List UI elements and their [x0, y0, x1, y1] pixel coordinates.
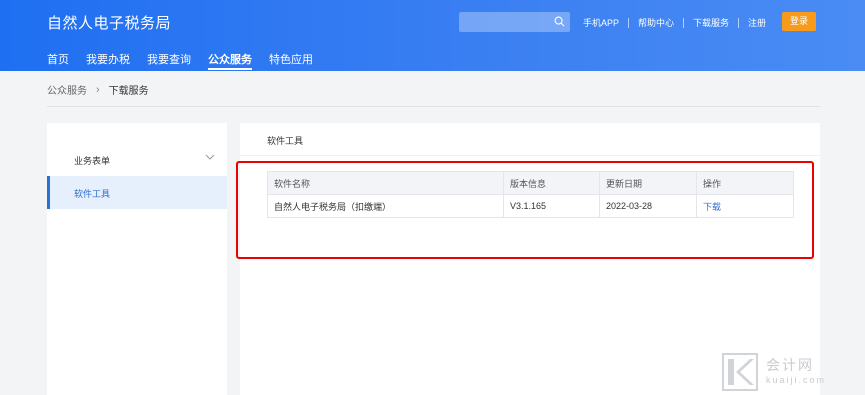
nav-item-public-service[interactable]: 公众服务 [208, 51, 252, 71]
nav-item-query[interactable]: 我要查询 [147, 51, 191, 71]
sidebar-item-software-tools[interactable]: 软件工具 [47, 176, 227, 209]
link-download-service[interactable]: 下载服务 [693, 16, 729, 29]
link-mobile-app[interactable]: 手机APP [583, 16, 619, 29]
kuaiji-logo-icon [722, 353, 758, 391]
divider [628, 17, 630, 28]
link-register[interactable]: 注册 [748, 16, 766, 29]
divider [738, 17, 740, 28]
breadcrumb-current: 下载服务 [108, 86, 149, 97]
breadcrumb-divider [47, 106, 820, 107]
top-links: 手机APP 帮助中心 下载服务 注册 [583, 16, 766, 29]
watermark-url: kuaiji.com [766, 375, 827, 385]
main-nav: 首页 我要办税 我要查询 公众服务 特色应用 [47, 51, 330, 71]
sidebar-item-label: 软件工具 [74, 189, 111, 199]
sidebar-group-label: 业务表单 [74, 156, 111, 166]
chevron-right-icon: › [96, 83, 100, 96]
sidebar: 业务表单 软件工具 [47, 123, 227, 395]
search-icon[interactable] [554, 16, 565, 27]
chevron-down-icon [205, 154, 215, 160]
title-divider [240, 155, 820, 156]
highlight-box [236, 161, 814, 259]
top-header: 自然人电子税务局 手机APP 帮助中心 下载服务 注册 登录 首页 我要办税 我… [0, 0, 865, 71]
link-help-center[interactable]: 帮助中心 [638, 16, 674, 29]
page-title: 软件工具 [267, 136, 304, 146]
breadcrumb: 公众服务 › 下载服务 [47, 82, 149, 98]
search-input[interactable] [459, 12, 570, 32]
sidebar-group-business-forms[interactable]: 业务表单 [47, 144, 227, 174]
watermark-text: 会计网 [766, 357, 814, 373]
nav-item-home[interactable]: 首页 [47, 51, 69, 71]
watermark: 会计网 kuaiji.com [722, 353, 862, 393]
breadcrumb-parent[interactable]: 公众服务 [47, 82, 87, 97]
nav-item-featured-apps[interactable]: 特色应用 [269, 51, 313, 71]
login-button[interactable]: 登录 [782, 12, 816, 31]
divider [683, 17, 685, 28]
site-brand[interactable]: 自然人电子税务局 [47, 12, 171, 33]
nav-item-tax-handling[interactable]: 我要办税 [86, 51, 130, 71]
